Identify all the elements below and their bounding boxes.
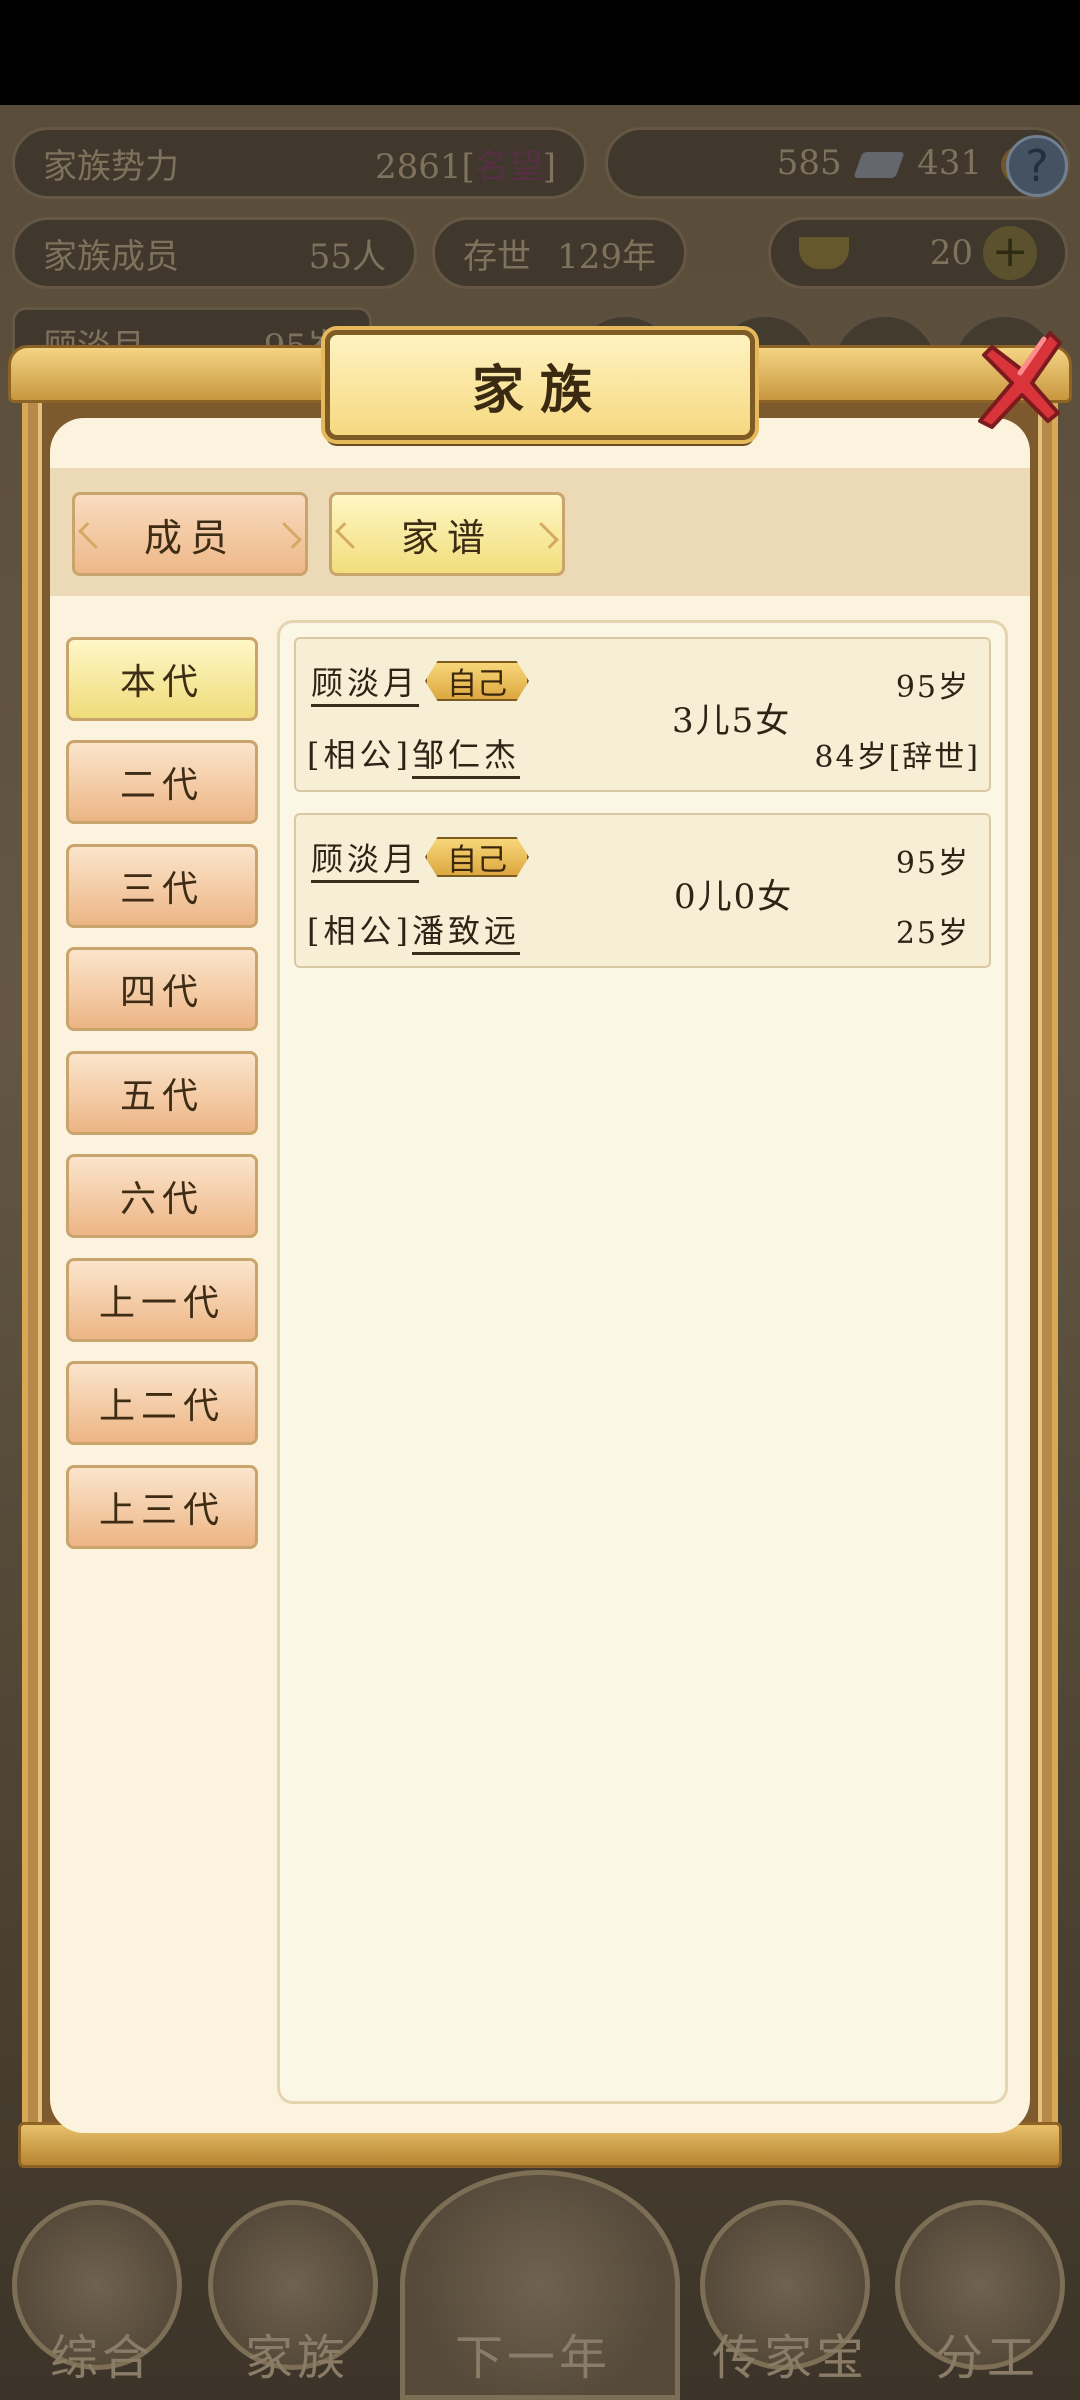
nav-label-division[interactable]: 分工 xyxy=(935,2318,1039,2388)
generation-up-2[interactable]: 上二代 xyxy=(66,1361,258,1445)
generation-4[interactable]: 四代 xyxy=(66,947,258,1031)
self-entry: 顾淡月 自己 xyxy=(311,658,530,707)
spouse-entry: [相公]邹仁杰 xyxy=(307,730,520,779)
nav-label-next-year[interactable]: 下一年 xyxy=(455,2318,611,2388)
generation-2[interactable]: 二代 xyxy=(66,740,258,824)
self-badge: 自己 xyxy=(425,837,530,877)
spouse-name[interactable]: 邹仁杰 xyxy=(411,736,520,779)
generation-up-1[interactable]: 上一代 xyxy=(66,1258,258,1342)
generation-5[interactable]: 五代 xyxy=(66,1051,258,1135)
self-entry: 顾淡月 自己 xyxy=(311,834,530,883)
nav-label-heirloom[interactable]: 传家宝 xyxy=(712,2318,868,2388)
spouse-age: 84岁[辞世] xyxy=(814,740,980,775)
generation-up-3[interactable]: 上三代 xyxy=(66,1465,258,1549)
tab-members[interactable]: 成员 xyxy=(72,492,308,576)
self-age: 95岁 xyxy=(895,846,970,881)
generation-current[interactable]: 本代 xyxy=(66,637,258,721)
dialog-title: 家族 xyxy=(471,359,608,421)
tab-label: 成员 xyxy=(143,515,236,560)
generation-3[interactable]: 三代 xyxy=(66,844,258,928)
close-icon[interactable] xyxy=(962,325,1062,435)
spouse-age: 25岁 xyxy=(895,916,970,951)
dialog-title-plaque: 家族 xyxy=(325,330,755,440)
children-count: 0儿0女 xyxy=(674,877,794,917)
self-name[interactable]: 顾淡月 xyxy=(311,840,420,883)
nav-label-general[interactable]: 综合 xyxy=(50,2318,154,2388)
spouse-title: [相公] xyxy=(307,736,412,774)
generation-6[interactable]: 六代 xyxy=(66,1154,258,1238)
tab-genealogy[interactable]: 家谱 xyxy=(329,492,565,576)
self-age: 95岁 xyxy=(895,670,970,705)
tab-label: 家谱 xyxy=(400,515,493,560)
nav-label-family[interactable]: 家族 xyxy=(245,2318,349,2388)
spouse-title: [相公] xyxy=(307,912,412,950)
self-name[interactable]: 顾淡月 xyxy=(311,664,420,707)
self-badge: 自己 xyxy=(425,661,530,701)
spouse-entry: [相公]潘致远 xyxy=(307,906,520,955)
spouse-name[interactable]: 潘致远 xyxy=(411,912,520,955)
